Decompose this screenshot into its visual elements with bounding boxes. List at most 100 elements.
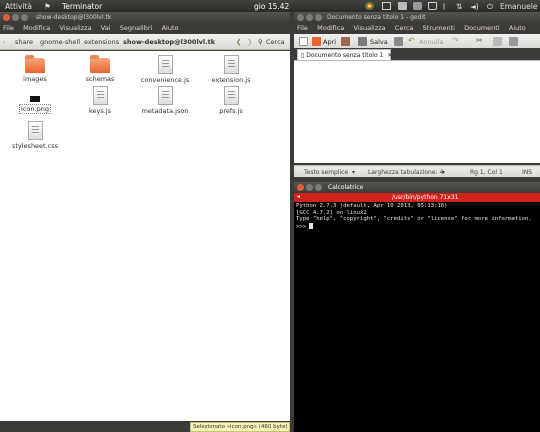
menu-aiuto[interactable]: Aiuto: [162, 24, 179, 32]
print-icon[interactable]: [394, 37, 403, 46]
minimize-window-button[interactable]: [12, 14, 19, 21]
open-dropdown-icon[interactable]: [341, 37, 350, 46]
calculator-titlebar: Calcolatrice: [294, 182, 540, 193]
selection-status: Selezionato «icon.png» (460 byte): [190, 422, 290, 432]
forward-arrow-icon[interactable]: ❯: [247, 38, 252, 46]
file-item-images[interactable]: images: [5, 55, 65, 83]
terminal-menu-icon[interactable]: ◂: [297, 193, 300, 200]
open-icon[interactable]: [312, 37, 321, 46]
document-icon: [157, 86, 173, 105]
maximize-window-button[interactable]: [315, 184, 322, 191]
paste-icon[interactable]: [509, 37, 518, 46]
breadcrumb-share[interactable]: share: [15, 38, 33, 46]
nautilus-toolbar: ‹ share gnome-shell extensions show-desk…: [0, 34, 290, 50]
file-item-icon-png[interactable]: icon.png: [5, 88, 65, 114]
file-item-extension-js[interactable]: extension.js: [201, 55, 261, 84]
folder-icon: [90, 55, 110, 73]
terminal-output[interactable]: Python 2.7.3 (default, Apr 10 2013, 05:1…: [294, 202, 540, 432]
document-icon: [27, 121, 43, 140]
mail-tray-icon[interactable]: [428, 2, 437, 10]
menu-file[interactable]: File: [297, 24, 308, 32]
file-label: extension.js: [211, 76, 251, 84]
maximize-window-button[interactable]: [21, 14, 28, 21]
close-window-button[interactable]: [3, 14, 10, 21]
menu-segnalibri[interactable]: Segnalibri: [120, 24, 153, 32]
back-arrow-icon[interactable]: ❮: [236, 38, 241, 46]
search-button[interactable]: Cerca: [266, 38, 285, 46]
gedit-statusbar: Testo semplice ▾ Larghezza tabulazione: …: [294, 165, 540, 177]
copy-icon[interactable]: [493, 37, 502, 46]
user-menu[interactable]: Emanuele: [500, 2, 537, 11]
terminal-title: /usr/bin/python 71x31: [392, 194, 459, 201]
tab-close-icon[interactable]: ✕: [387, 52, 392, 59]
bluetooth-icon[interactable]: ᛒ: [442, 2, 447, 11]
breadcrumb-extensions[interactable]: extensions: [84, 38, 119, 46]
power-icon[interactable]: ⏻: [487, 2, 493, 12]
tab-untitled-document[interactable]: ▯ Documento senza titolo 1 ✕: [297, 49, 392, 60]
menu-file[interactable]: File: [3, 24, 14, 32]
menu-modifica[interactable]: Modifica: [317, 24, 344, 32]
file-label: images: [23, 75, 47, 83]
menu-strumenti[interactable]: Strumenti: [423, 24, 455, 32]
network-icon[interactable]: ⇅: [456, 2, 462, 11]
document-icon: [92, 86, 108, 105]
breadcrumb-show-desktop[interactable]: show-desktop@l300lvl.tk: [123, 38, 215, 46]
terminator-icon[interactable]: ⚑: [44, 2, 51, 11]
window-tray-icon[interactable]: [382, 2, 391, 10]
volume-icon[interactable]: ◄): [470, 2, 479, 11]
terminal-cursor: [309, 222, 314, 229]
minimize-window-button[interactable]: [306, 184, 313, 191]
menu-cerca[interactable]: Cerca: [395, 24, 414, 32]
nautilus-titlebar: show-desktop@l300lvl.tk: [0, 12, 290, 23]
file-label: schemas: [85, 75, 115, 83]
terminator-app-menu[interactable]: Terminator: [62, 2, 102, 11]
menu-vai[interactable]: Vai: [101, 24, 111, 32]
maximize-window-button[interactable]: [315, 14, 322, 21]
file-item-convenience-js[interactable]: convenience.js: [135, 55, 195, 84]
save-button[interactable]: Salva: [370, 38, 388, 46]
file-view[interactable]: images schemas convenience.js extension.…: [0, 51, 290, 421]
cut-icon[interactable]: ✂: [476, 36, 485, 45]
activities-button[interactable]: Attività: [5, 2, 32, 11]
close-window-button[interactable]: [297, 184, 304, 191]
document-icon: [157, 55, 173, 74]
chrome-tray-icon[interactable]: [365, 2, 374, 10]
redo-icon[interactable]: ↷: [452, 36, 461, 45]
file-item-prefs-js[interactable]: prefs.js: [201, 86, 261, 115]
menu-documenti[interactable]: Documenti: [464, 24, 499, 32]
undo-icon[interactable]: ↶: [408, 36, 417, 45]
clock[interactable]: gio 15.42: [254, 2, 289, 11]
text-editor-area[interactable]: [294, 60, 540, 163]
keyboard-tray-icon[interactable]: [413, 2, 422, 10]
terminal-line: Type "help", "copyright", "credits" or "…: [296, 216, 532, 222]
open-button[interactable]: Apri: [323, 38, 336, 46]
menu-visualizza[interactable]: Visualizza: [60, 24, 92, 32]
menu-visualizza[interactable]: Visualizza: [354, 24, 386, 32]
file-item-schemas[interactable]: schemas: [70, 55, 130, 83]
file-item-metadata-json[interactable]: metadata.json: [135, 86, 195, 115]
folder-icon: [25, 55, 45, 73]
file-item-keys-js[interactable]: keys.js: [70, 86, 130, 115]
undo-button[interactable]: Annulla: [419, 38, 443, 46]
menu-modifica[interactable]: Modifica: [23, 24, 50, 32]
file-label: convenience.js: [140, 76, 190, 84]
close-window-button[interactable]: [297, 14, 304, 21]
file-label: metadata.json: [141, 107, 189, 115]
tab-width-dropdown-icon[interactable]: ▾: [442, 169, 445, 176]
language-selector[interactable]: Testo semplice: [304, 169, 348, 176]
terminal-titlebar: ◂ /usr/bin/python 71x31: [294, 193, 540, 202]
new-document-icon[interactable]: [299, 37, 308, 46]
dropbox-tray-icon[interactable]: [398, 2, 407, 10]
back-crumb-icon[interactable]: ‹: [3, 38, 6, 46]
file-item-stylesheet-css[interactable]: stylesheet.css: [5, 121, 65, 150]
nautilus-menubar: File Modifica Visualizza Vai Segnalibri …: [0, 23, 290, 33]
search-icon[interactable]: ⚲: [258, 38, 263, 46]
gedit-title: Documento senza titolo 1 - gedit: [327, 14, 426, 21]
breadcrumb-gnome-shell[interactable]: gnome-shell: [40, 38, 80, 46]
save-icon[interactable]: [358, 37, 367, 46]
terminal-prompt: >>>: [296, 223, 310, 230]
minimize-window-button[interactable]: [306, 14, 313, 21]
tab-width-selector[interactable]: Larghezza tabulazione: 4: [368, 169, 443, 176]
document-icon: [223, 55, 239, 74]
menu-aiuto[interactable]: Aiuto: [509, 24, 526, 32]
